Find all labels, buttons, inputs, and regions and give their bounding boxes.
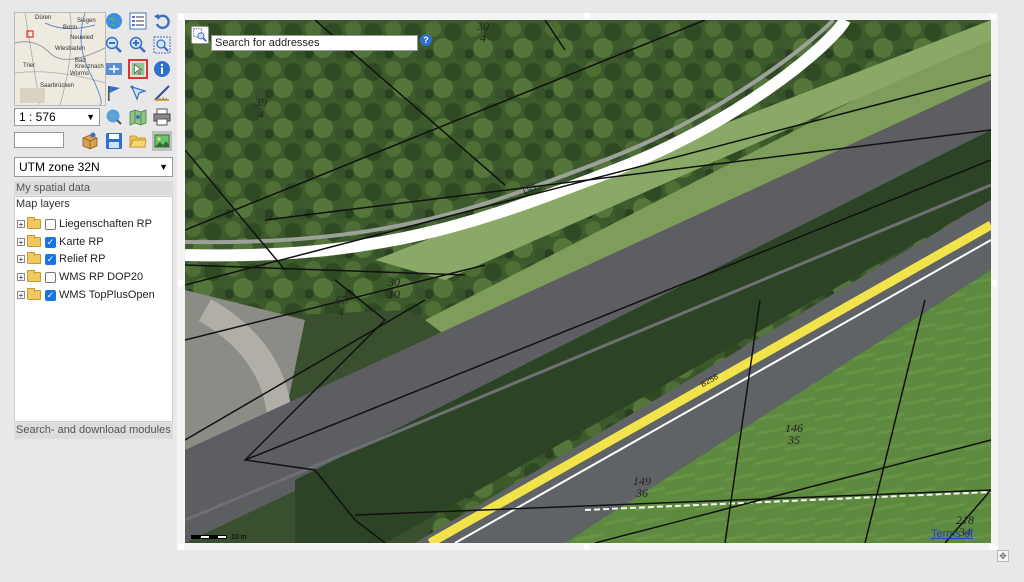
layer-checkbox[interactable]: [45, 218, 56, 230]
overview-label: Düren: [35, 15, 52, 21]
folder-icon: [27, 270, 41, 282]
chevron-down-icon: ▼: [86, 112, 95, 122]
measure-icon[interactable]: [128, 83, 148, 103]
map-canvas[interactable]: 30 4 39 4 30 10 67 4 146 35 149 36 218 34 L93 B…: [185, 20, 991, 543]
expand-icon[interactable]: +: [17, 238, 25, 247]
info-icon[interactable]: [152, 59, 172, 79]
select-icon[interactable]: [128, 59, 148, 79]
my-spatial-data-header[interactable]: My spatial data: [14, 181, 173, 195]
resize-handle[interactable]: [991, 280, 997, 286]
terms-of-use-link[interactable]: Terms of use: [931, 528, 991, 543]
save-icon[interactable]: [104, 131, 124, 151]
resize-handle[interactable]: [178, 14, 184, 20]
search-globe-icon[interactable]: [104, 107, 124, 127]
overview-label: Wiesbaden: [55, 46, 86, 52]
open-folder-icon[interactable]: [128, 131, 148, 151]
parcel-label: 30 10: [388, 275, 400, 301]
overview-label: Siegen: [77, 18, 96, 24]
globe-icon[interactable]: [104, 11, 124, 31]
layer-item[interactable]: + ✓ Karte RP: [17, 234, 104, 250]
layer-checkbox[interactable]: ✓: [45, 236, 56, 248]
layer-label: WMS TopPlusOpen: [59, 289, 155, 301]
layer-checkbox[interactable]: [45, 271, 56, 283]
layer-label: Liegenschaften RP: [59, 218, 152, 230]
layer-label: Relief RP: [59, 253, 106, 265]
layer-item[interactable]: + ✓ WMS TopPlusOpen: [17, 287, 155, 303]
parcel-label: 149 36: [633, 474, 651, 500]
parcel-label: 30 4: [477, 20, 489, 45]
undo-icon[interactable]: [152, 11, 172, 31]
zoom-in-icon[interactable]: [128, 35, 148, 55]
scale-bar-label: 10 m: [231, 534, 247, 541]
zoom-rectangle-icon[interactable]: [191, 26, 209, 44]
export-image-icon[interactable]: [152, 131, 172, 151]
overview-label: Neuwied: [70, 35, 94, 41]
zoom-extent-icon[interactable]: [152, 35, 172, 55]
parcel-label: 146 35: [785, 421, 803, 447]
resize-handle[interactable]: [178, 544, 184, 550]
pan-icon[interactable]: [104, 59, 124, 79]
crs-value: UTM zone 32N: [19, 160, 100, 174]
parcel-label: 67 4: [335, 293, 347, 319]
map-icon[interactable]: [128, 107, 148, 127]
layer-checkbox[interactable]: ✓: [45, 253, 56, 265]
pan-widget-icon[interactable]: ✥: [997, 550, 1009, 562]
resize-handle[interactable]: [990, 544, 996, 550]
scale-select[interactable]: 1 : 576 ▼: [14, 108, 100, 126]
map-layers-title: Map layers: [16, 198, 70, 210]
folder-icon: [27, 252, 41, 264]
legend-icon[interactable]: [128, 11, 148, 31]
layer-item[interactable]: + ✓ Relief RP: [17, 251, 105, 267]
address-search-input[interactable]: Search for addresses: [211, 35, 418, 51]
layer-label: Karte RP: [59, 236, 104, 248]
overview-label: Worms: [70, 71, 89, 77]
folder-icon: [27, 235, 41, 247]
layer-item[interactable]: + Liegenschaften RP: [17, 216, 152, 232]
parcel-label: 39 4: [255, 95, 267, 121]
crs-select[interactable]: UTM zone 32N ▼: [14, 157, 173, 177]
help-icon[interactable]: ?: [420, 34, 432, 46]
chevron-down-icon: ▼: [159, 162, 168, 172]
expand-icon[interactable]: +: [17, 273, 25, 282]
overview-label: Saarbrücken: [40, 83, 75, 89]
expand-icon[interactable]: +: [17, 220, 25, 229]
package-icon[interactable]: [80, 131, 100, 151]
print-icon[interactable]: [152, 107, 172, 127]
layer-item[interactable]: + WMS RP DOP20: [17, 269, 143, 285]
scale-bar: [191, 535, 227, 539]
scale-value: 1 : 576: [19, 110, 56, 124]
resize-handle[interactable]: [178, 280, 184, 286]
overview-map[interactable]: Düren Siegen Bonn Neuwied Wiesbaden Trie…: [14, 12, 106, 106]
zoom-out-icon[interactable]: [104, 35, 124, 55]
overview-label: Bonn: [63, 25, 78, 31]
coordinate-input[interactable]: [14, 132, 64, 148]
aerial-imagery: [185, 20, 991, 543]
layer-checkbox[interactable]: ✓: [45, 289, 56, 301]
resize-handle[interactable]: [584, 13, 590, 19]
resize-handle[interactable]: [584, 544, 590, 550]
expand-icon[interactable]: +: [17, 255, 25, 264]
search-download-header[interactable]: Search- and download modules: [14, 423, 173, 439]
overview-label: Bad Kreuznach: [75, 58, 104, 70]
layer-label: WMS RP DOP20: [59, 271, 144, 283]
ruler-icon[interactable]: [152, 83, 172, 103]
overview-label: Trier: [23, 63, 36, 69]
folder-icon: [27, 288, 41, 300]
flag-icon[interactable]: [104, 83, 124, 103]
folder-icon: [27, 217, 41, 229]
expand-icon[interactable]: +: [17, 291, 25, 300]
